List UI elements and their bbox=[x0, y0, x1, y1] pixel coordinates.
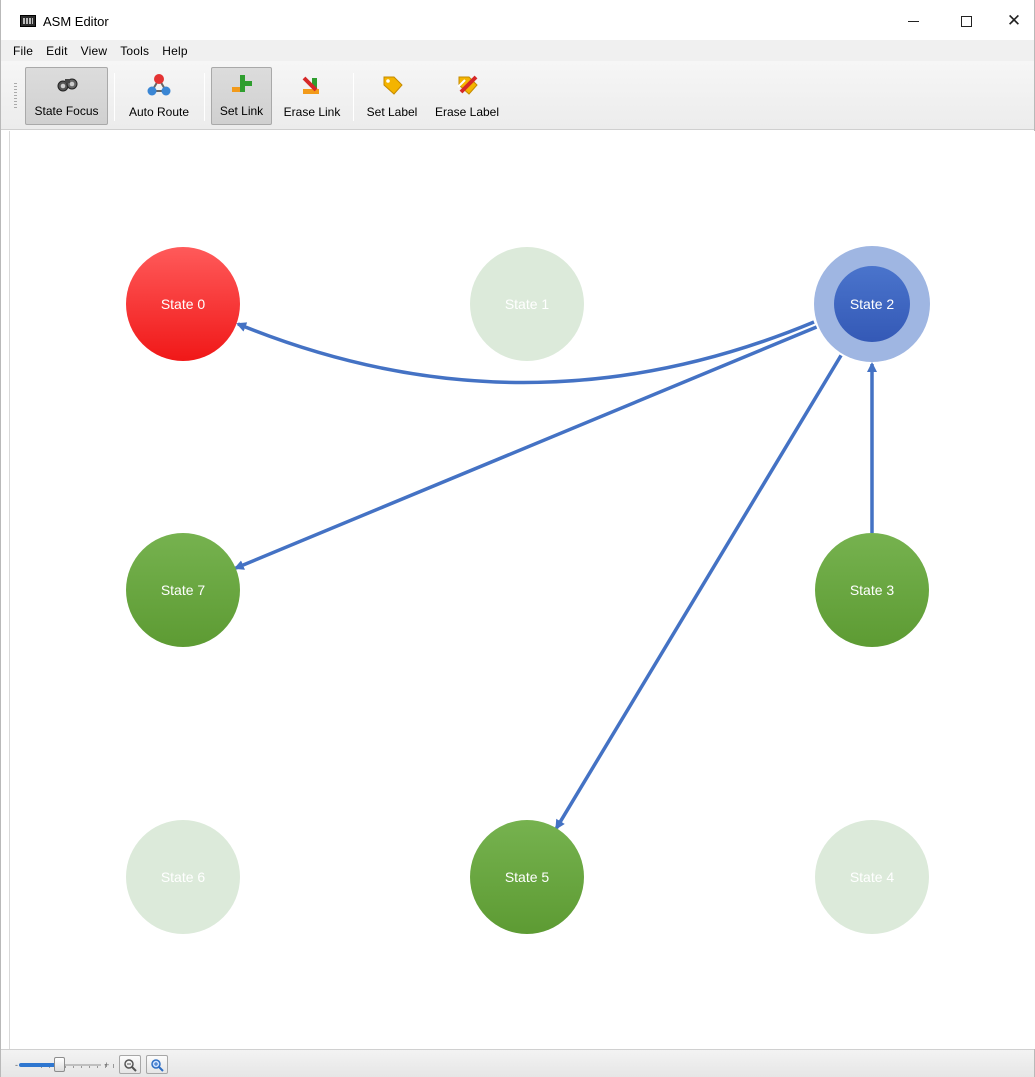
toolbar-separator bbox=[353, 73, 354, 121]
auto-route-label: Auto Route bbox=[128, 105, 190, 119]
toolbar-separator bbox=[204, 73, 205, 121]
state-label: State 3 bbox=[850, 582, 895, 598]
toolbar: State Focus Auto Route Set Link Erase Li… bbox=[1, 61, 1034, 130]
state-label: State 5 bbox=[505, 869, 550, 885]
minimize-button[interactable] bbox=[890, 0, 936, 40]
states-layer: State 0 State 1 State 2 State 3 State 4 State… bbox=[126, 246, 930, 934]
zoom-in-icon bbox=[151, 1058, 164, 1072]
state-node-5[interactable]: State 5 bbox=[470, 820, 584, 934]
maximize-icon bbox=[960, 15, 972, 27]
binoculars-icon bbox=[55, 72, 79, 96]
state-node-7[interactable]: State 7 bbox=[126, 533, 240, 647]
zoom-minus-mark: - bbox=[15, 1060, 18, 1070]
zoom-out-icon bbox=[124, 1058, 137, 1072]
menu-view[interactable]: View bbox=[81, 44, 108, 58]
state-label: State 0 bbox=[161, 296, 206, 312]
erase-link-icon bbox=[300, 73, 324, 97]
menu-bar: File Edit View Tools Help bbox=[1, 40, 1034, 61]
auto-route-button[interactable]: Auto Route bbox=[121, 67, 197, 125]
set-link-label: Set Link bbox=[219, 104, 264, 118]
app-icon bbox=[20, 15, 36, 27]
close-icon: ✕ bbox=[1006, 10, 1022, 31]
menu-tools[interactable]: Tools bbox=[120, 44, 149, 58]
state-label: State 6 bbox=[161, 869, 206, 885]
state-node-6[interactable]: State 6 bbox=[126, 820, 240, 934]
state-label: State 7 bbox=[161, 582, 206, 598]
state-label: State 2 bbox=[850, 296, 895, 312]
close-button[interactable]: ✕ bbox=[991, 0, 1035, 40]
menu-file[interactable]: File bbox=[13, 44, 33, 58]
zoom-out-button[interactable] bbox=[119, 1055, 141, 1074]
maximize-button[interactable] bbox=[943, 0, 989, 40]
state-node-0[interactable]: State 0 bbox=[126, 247, 240, 361]
erase-label-button[interactable]: Erase Label bbox=[429, 67, 505, 125]
minimize-icon bbox=[907, 20, 919, 22]
zoom-slider[interactable] bbox=[19, 1057, 117, 1072]
state-focus-button[interactable]: State Focus bbox=[25, 67, 108, 125]
erase-tag-icon bbox=[455, 73, 479, 97]
network-nodes-icon bbox=[147, 73, 171, 97]
pipe-link-icon bbox=[230, 72, 254, 96]
status-bar: - + bbox=[1, 1049, 1034, 1077]
link-state-2-to-5[interactable] bbox=[554, 354, 843, 830]
link-state-2-to-7[interactable] bbox=[233, 325, 818, 570]
set-label-button[interactable]: Set Label bbox=[360, 67, 424, 125]
erase-label-label: Erase Label bbox=[434, 105, 500, 119]
toolbar-separator bbox=[114, 73, 115, 121]
state-node-4[interactable]: State 4 bbox=[815, 820, 929, 934]
toolbar-grip[interactable] bbox=[14, 83, 17, 109]
state-graph[interactable]: State 0 State 1 State 2 State 3 State 4 State… bbox=[10, 131, 1035, 1049]
zoom-plus-mark: + bbox=[104, 1060, 110, 1070]
state-node-2[interactable]: State 2 bbox=[814, 246, 930, 362]
state-label: State 1 bbox=[505, 296, 550, 312]
erase-link-button[interactable]: Erase Link bbox=[277, 67, 347, 125]
state-node-1[interactable]: State 1 bbox=[470, 247, 584, 361]
zoom-slider-thumb[interactable] bbox=[54, 1057, 65, 1072]
state-node-3[interactable]: State 3 bbox=[815, 533, 929, 647]
erase-link-label: Erase Link bbox=[283, 105, 341, 119]
set-label-label: Set Label bbox=[366, 105, 418, 119]
menu-help[interactable]: Help bbox=[162, 44, 187, 58]
window-title: ASM Editor bbox=[43, 14, 109, 29]
set-link-button[interactable]: Set Link bbox=[211, 67, 272, 125]
title-bar: ASM Editor ✕ bbox=[1, 0, 1034, 40]
state-focus-label: State Focus bbox=[34, 104, 99, 118]
graph-canvas[interactable]: State 0 State 1 State 2 State 3 State 4 State… bbox=[9, 131, 1035, 1049]
app-window: ASM Editor ✕ File Edit View Tools Help S… bbox=[0, 0, 1035, 1077]
zoom-in-button[interactable] bbox=[146, 1055, 168, 1074]
tag-icon bbox=[380, 73, 404, 97]
links-layer bbox=[233, 320, 877, 830]
menu-edit[interactable]: Edit bbox=[46, 44, 67, 58]
state-label: State 4 bbox=[850, 869, 895, 885]
